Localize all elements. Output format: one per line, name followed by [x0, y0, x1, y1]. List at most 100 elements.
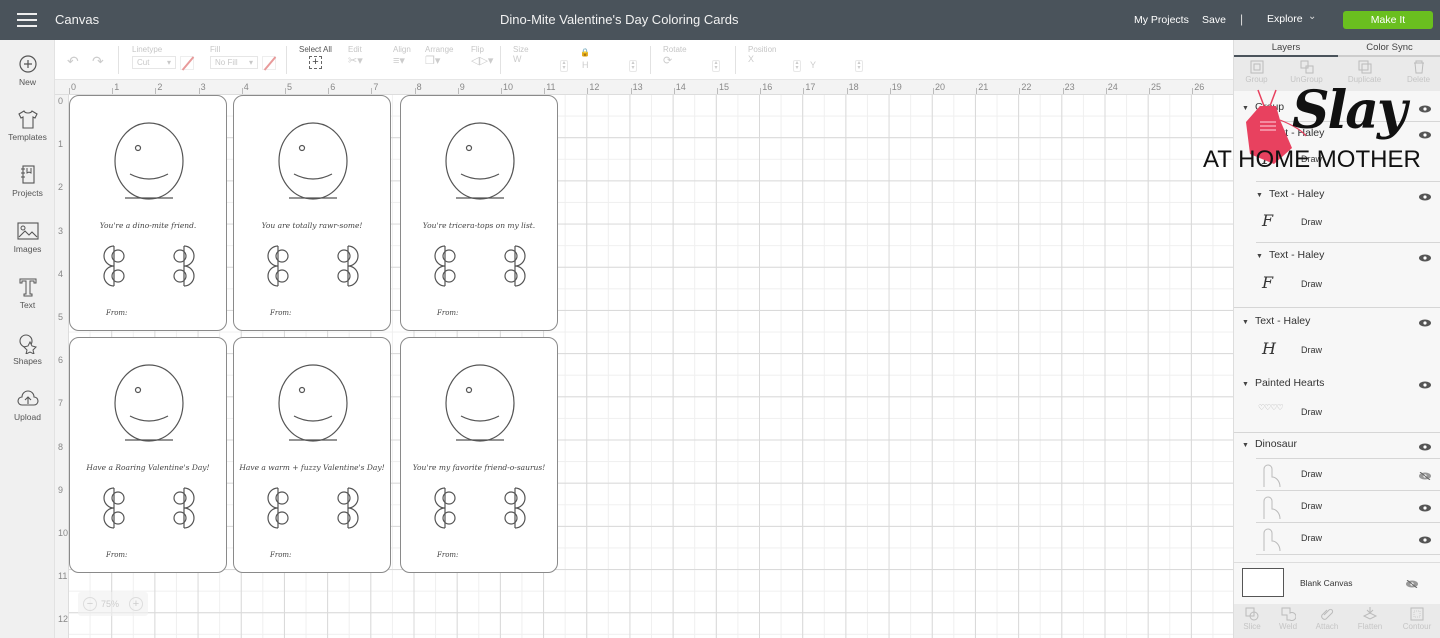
- ruler-tick-label: 11: [58, 571, 68, 582]
- eye-icon[interactable]: [1419, 504, 1431, 512]
- fill-color-swatch[interactable]: [262, 56, 276, 70]
- group-button[interactable]: Group: [1234, 59, 1279, 84]
- nav-new[interactable]: New: [0, 53, 55, 87]
- chevron-down-icon[interactable]: ⌄: [1308, 11, 1316, 22]
- x-stepper[interactable]: ▴ ▾: [793, 60, 801, 72]
- nav-projects[interactable]: Projects: [0, 164, 55, 198]
- layer-text-haley[interactable]: ▼ Text - Haley: [1256, 249, 1440, 261]
- layer-dinosaur[interactable]: ▼ Dinosaur: [1242, 438, 1440, 450]
- flip-menu[interactable]: Flip ◁▷▾: [471, 45, 493, 67]
- fill-control[interactable]: Fill No Fill ▾: [210, 45, 276, 70]
- save-button[interactable]: Save: [1202, 14, 1226, 26]
- ruler-tick: [889, 88, 891, 94]
- eye-icon[interactable]: [1419, 443, 1431, 451]
- nav-shapes[interactable]: Shapes: [0, 332, 55, 366]
- eye-icon[interactable]: [1419, 319, 1431, 327]
- ungroup-icon: [1300, 60, 1313, 74]
- lock-icon[interactable]: 🔒: [580, 48, 590, 57]
- linetype-control[interactable]: Linetype Cut ▾: [132, 45, 194, 70]
- linetype-color-swatch[interactable]: [180, 56, 194, 70]
- slice-button[interactable]: Slice: [1234, 606, 1270, 631]
- layer-text-haley[interactable]: ▼ Text - Haley: [1256, 188, 1440, 200]
- y-stepper[interactable]: ▴ ▾: [855, 60, 863, 72]
- ruler-tick: [155, 88, 157, 94]
- rotate-stepper[interactable]: ▴ ▾: [712, 60, 720, 72]
- coloring-card[interactable]: You're a dino-mite friend. From:: [69, 95, 227, 331]
- eye-icon[interactable]: [1419, 193, 1431, 201]
- tab-color-sync[interactable]: Color Sync: [1338, 40, 1440, 57]
- coloring-card[interactable]: Have a Roaring Valentine's Day! From:: [69, 337, 227, 573]
- contour-icon: [1410, 607, 1424, 621]
- eye-icon[interactable]: [1419, 105, 1431, 113]
- caret-down-icon[interactable]: ▼: [1242, 442, 1249, 449]
- eye-hidden-icon[interactable]: [1419, 472, 1431, 480]
- caret-down-icon[interactable]: ▼: [1256, 253, 1263, 260]
- eye-icon[interactable]: [1419, 131, 1431, 139]
- ungroup-button[interactable]: UnGroup: [1284, 59, 1329, 84]
- layer-item-draw[interactable]: Draw: [1301, 154, 1322, 164]
- position-control[interactable]: Position X: [748, 45, 776, 64]
- eye-icon[interactable]: [1419, 254, 1431, 262]
- coloring-card[interactable]: You're my favorite friend-o-saurus! From:: [400, 337, 558, 573]
- delete-button[interactable]: Delete: [1396, 59, 1440, 84]
- caret-down-icon[interactable]: ▼: [1242, 319, 1249, 326]
- zoom-out-button[interactable]: −: [83, 597, 97, 611]
- flatten-button[interactable]: Flatten: [1352, 606, 1388, 631]
- ruler-tick-label: 16: [762, 82, 773, 92]
- blank-canvas-layer[interactable]: Blank Canvas: [1234, 562, 1440, 604]
- weld-button[interactable]: Weld: [1270, 606, 1306, 631]
- explore-menu[interactable]: Explore: [1267, 13, 1303, 25]
- height-label: H: [582, 60, 589, 70]
- caret-down-icon[interactable]: ▼: [1242, 105, 1249, 112]
- size-control[interactable]: Size W: [513, 45, 529, 64]
- my-projects-link[interactable]: My Projects: [1134, 14, 1189, 26]
- caret-down-icon[interactable]: ▼: [1256, 192, 1263, 199]
- height-stepper[interactable]: ▴ ▾: [629, 60, 637, 72]
- fill-select[interactable]: No Fill ▾: [210, 56, 258, 69]
- nav-images[interactable]: Images: [0, 220, 55, 254]
- group-icon: [1250, 60, 1263, 74]
- canvas-swatch[interactable]: [1242, 568, 1284, 597]
- make-it-button[interactable]: Make It: [1343, 11, 1433, 29]
- nav-upload[interactable]: Upload: [0, 388, 55, 422]
- eye-hidden-icon[interactable]: [1406, 580, 1418, 588]
- coloring-card[interactable]: You're tricera-tops on my list. From:: [400, 95, 558, 331]
- tab-layers[interactable]: Layers: [1234, 40, 1338, 57]
- zoom-in-button[interactable]: +: [129, 597, 143, 611]
- duplicate-button[interactable]: Duplicate: [1342, 59, 1387, 84]
- layer-item-draw[interactable]: Draw: [1301, 533, 1322, 543]
- layer-item-draw[interactable]: Draw: [1301, 217, 1322, 227]
- redo-icon[interactable]: ↷: [92, 53, 104, 70]
- caret-down-icon[interactable]: ▼: [1242, 381, 1249, 388]
- layer-text-haley[interactable]: ▼ Text - Haley: [1242, 315, 1440, 327]
- ruler-tick: [976, 88, 978, 94]
- linetype-select[interactable]: Cut ▾: [132, 56, 176, 69]
- nav-templates[interactable]: Templates: [0, 108, 55, 142]
- design-canvas[interactable]: You're a dino-mite friend. From: You are t…: [69, 95, 1233, 638]
- rotate-control[interactable]: Rotate ⟳: [663, 45, 687, 67]
- eye-icon[interactable]: [1419, 381, 1431, 389]
- arrange-menu[interactable]: Arrange ❐▾: [425, 45, 453, 67]
- layer-group[interactable]: ▼ Group: [1242, 101, 1440, 113]
- select-all-button[interactable]: Select All +: [299, 45, 332, 69]
- layer-item-draw[interactable]: Draw: [1301, 501, 1322, 511]
- width-stepper[interactable]: ▴ ▾: [560, 60, 568, 72]
- layer-item-draw[interactable]: Draw: [1301, 469, 1322, 479]
- layer-text-haley[interactable]: ▼ Text - Haley: [1256, 127, 1440, 139]
- coloring-card[interactable]: Have a warm + fuzzy Valentine's Day! From…: [233, 337, 391, 573]
- layer-item-draw[interactable]: Draw: [1301, 407, 1322, 417]
- contour-button[interactable]: Contour: [1397, 606, 1437, 631]
- layer-item-draw[interactable]: Draw: [1301, 279, 1322, 289]
- nav-text[interactable]: Text: [0, 276, 55, 310]
- card-message: Have a Roaring Valentine's Day!: [86, 463, 210, 472]
- edit-menu[interactable]: Edit ✂▾: [348, 45, 363, 67]
- layer-item-draw[interactable]: Draw: [1301, 345, 1322, 355]
- undo-icon[interactable]: ↶: [67, 53, 79, 70]
- layer-painted-hearts[interactable]: ▼ Painted Hearts: [1242, 377, 1440, 389]
- caret-down-icon[interactable]: ▼: [1256, 131, 1263, 138]
- coloring-card[interactable]: You are totally rawr-some! From:: [233, 95, 391, 331]
- align-menu[interactable]: Align ≡▾: [393, 45, 411, 67]
- menu-icon[interactable]: [17, 13, 37, 27]
- eye-icon[interactable]: [1419, 536, 1431, 544]
- attach-button[interactable]: Attach: [1309, 606, 1345, 631]
